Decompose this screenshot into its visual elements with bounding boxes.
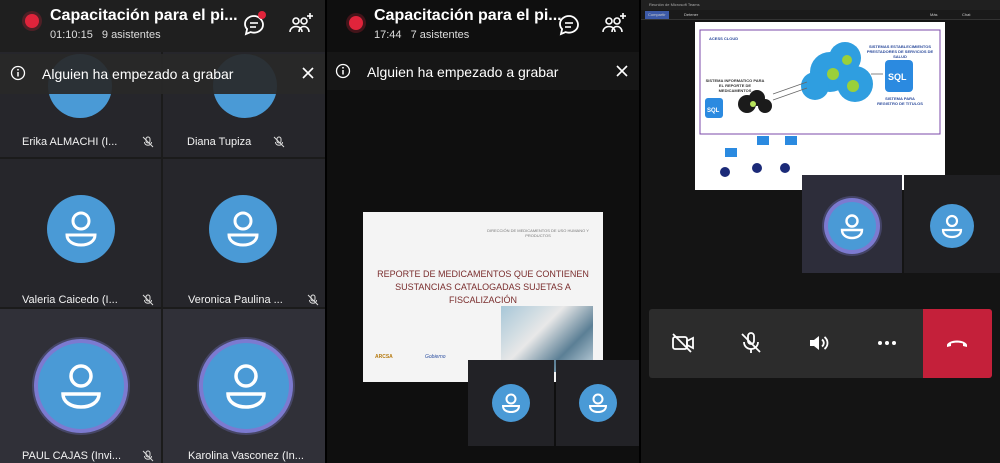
participants-add-icon[interactable]	[600, 11, 628, 39]
toolbar-button[interactable]: Más	[927, 11, 941, 19]
attendee-count: 9 asistentes	[101, 29, 161, 41]
end-call-button[interactable]	[923, 309, 992, 378]
window-title: Reunión de Microsoft Teams	[649, 2, 700, 7]
camera-off-icon	[672, 333, 694, 353]
participant-name: Diana Tupiza	[187, 136, 252, 148]
svg-text:SQL: SQL	[707, 108, 720, 114]
mic-off-icon	[273, 136, 285, 148]
participant-tile-speaking[interactable]	[802, 175, 902, 273]
slide-header: DIRECCIÓN DE MEDICAMENTOS DE USO HUMANO …	[487, 228, 589, 238]
avatar	[492, 384, 530, 422]
avatar	[209, 195, 277, 263]
slide-title: REPORTE DE MEDICAMENTOS QUE CONTIENEN SU…	[377, 269, 589, 305]
camera-off-button[interactable]	[649, 309, 717, 378]
meeting-info: 17:44 7 asistentes	[374, 29, 475, 41]
shared-slide: DIRECCIÓN DE MEDICAMENTOS DE USO HUMANO …	[363, 212, 603, 382]
participant-name: Valeria Caicedo (I...	[22, 294, 118, 306]
sql-database-icon: SQL	[885, 60, 913, 92]
meeting-duration: 01:10:15	[50, 29, 93, 41]
meeting-info: 01:10:15 9 asistentes	[50, 29, 167, 41]
recording-icon	[349, 16, 363, 30]
chat-notification-badge	[258, 11, 266, 19]
more-icon	[878, 341, 896, 345]
avatar-speaking	[203, 343, 289, 429]
info-icon	[335, 63, 351, 79]
diagram-text: SISTEMA PARA REGISTRO DE TITULOS	[877, 96, 923, 106]
slide-logo: Gobierno	[425, 354, 446, 360]
meeting-title: Capacitación para el pi...	[374, 7, 562, 24]
participant-name: Erika ALMACHI (I...	[22, 136, 118, 148]
avatar	[47, 195, 115, 263]
meeting-title: Capacitación para el pi...	[50, 7, 238, 24]
close-icon[interactable]	[301, 66, 315, 80]
chat-icon[interactable]	[555, 11, 583, 39]
sql-database-icon: SQL	[705, 98, 723, 118]
recording-banner: Alguien ha empezado a grabar	[327, 52, 639, 90]
mic-off-icon	[142, 136, 154, 148]
toolbar-button[interactable]: Chat	[959, 11, 973, 19]
meeting-panel-middle: Capacitación para el pi... 17:44 7 asist…	[327, 0, 639, 463]
participant-tile-speaking[interactable]: PAUL CAJAS (Invi...	[0, 309, 161, 463]
speaker-button[interactable]	[785, 309, 853, 378]
mic-off-icon	[142, 450, 154, 462]
call-controls	[649, 309, 992, 378]
mic-off-icon	[307, 294, 319, 306]
recording-icon	[25, 14, 39, 28]
participant-tile[interactable]	[904, 175, 1000, 273]
meeting-duration: 17:44	[374, 29, 402, 41]
participant-tile[interactable]	[556, 360, 639, 446]
speaker-icon	[810, 336, 829, 350]
participant-tile-speaking[interactable]: Karolina Vasconez (In...	[163, 309, 325, 463]
cloud-gears-icon	[738, 90, 772, 113]
participants-add-icon[interactable]	[287, 11, 315, 39]
cloud-label: ACESS CLOUD	[709, 36, 739, 41]
avatar-speaking	[828, 202, 876, 250]
attendee-count: 7 asistentes	[410, 29, 470, 41]
toolbar-button[interactable]: Detener	[681, 11, 701, 19]
participant-tile[interactable]	[468, 360, 554, 446]
banner-text: Alguien ha empezado a grabar	[367, 64, 559, 80]
user-computer-icon	[720, 136, 797, 177]
info-icon	[10, 65, 26, 81]
meeting-panel-right: Reunión de Microsoft Teams Compartir Det…	[641, 0, 1000, 463]
mic-off-icon	[741, 332, 761, 353]
recording-banner: Alguien ha empezado a grabar	[0, 54, 325, 94]
participant-tile[interactable]: Valeria Caicedo (I...	[0, 159, 161, 307]
avatar	[930, 204, 974, 248]
shared-diagram: SQL SQL ACESS CLOUD SISTEMA INFORMATICO …	[695, 22, 945, 190]
slide-logo: ARCSA	[375, 354, 393, 360]
participant-name: Veronica Paulina ...	[188, 294, 283, 306]
diagram-text: SISTEMA INFORMATICO PARA EL REPORTE DE M…	[705, 78, 765, 93]
avatar-speaking	[38, 343, 124, 429]
more-options-button[interactable]	[853, 309, 921, 378]
share-toolbar: Compartir Detener Más Chat	[641, 10, 1000, 20]
meeting-header: Capacitación para el pi... 17:44 7 asist…	[327, 0, 639, 52]
participant-name: Karolina Vasconez (In...	[188, 450, 304, 462]
banner-text: Alguien ha empezado a grabar	[42, 66, 234, 82]
meeting-header: Capacitación para el pi... 01:10:15 9 as…	[0, 0, 325, 52]
toolbar-button[interactable]: Compartir	[645, 11, 669, 19]
meeting-panel-left: Capacitación para el pi... 01:10:15 9 as…	[0, 0, 325, 463]
participant-name: PAUL CAJAS (Invi...	[22, 450, 122, 462]
mic-off-icon	[142, 294, 154, 306]
close-icon[interactable]	[615, 64, 629, 78]
mute-button[interactable]	[717, 309, 785, 378]
avatar	[579, 384, 617, 422]
window-titlebar: Reunión de Microsoft Teams	[641, 0, 1000, 10]
svg-text:SQL: SQL	[888, 72, 907, 82]
hang-up-icon	[947, 340, 967, 347]
participant-tile[interactable]: Veronica Paulina ...	[163, 159, 325, 307]
diagram-text: SISTEMAS ESTABLECIMIENTOS PRESTADORES DE…	[866, 44, 934, 59]
